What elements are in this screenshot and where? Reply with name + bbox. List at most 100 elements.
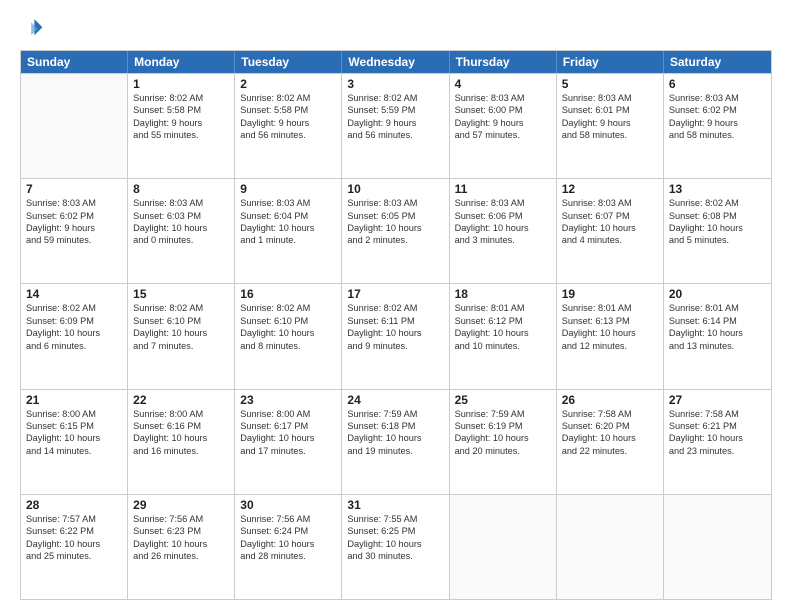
cal-cell-day-15: 15Sunrise: 8:02 AMSunset: 6:10 PMDayligh… [128, 284, 235, 388]
cell-info-line: Sunrise: 8:01 AM [562, 302, 658, 314]
cell-info-line: Sunrise: 8:00 AM [133, 408, 229, 420]
calendar-row-1: 1Sunrise: 8:02 AMSunset: 5:58 PMDaylight… [21, 73, 771, 178]
cal-cell-day-6: 6Sunrise: 8:03 AMSunset: 6:02 PMDaylight… [664, 74, 771, 178]
cell-info-line: Sunrise: 8:02 AM [240, 302, 336, 314]
day-number: 14 [26, 287, 122, 301]
cal-cell-day-30: 30Sunrise: 7:56 AMSunset: 6:24 PMDayligh… [235, 495, 342, 599]
cell-info-line: Sunset: 6:11 PM [347, 315, 443, 327]
cell-info-line: Sunset: 6:21 PM [669, 420, 766, 432]
header-day-wednesday: Wednesday [342, 51, 449, 73]
day-number: 3 [347, 77, 443, 91]
day-number: 27 [669, 393, 766, 407]
cal-cell-day-5: 5Sunrise: 8:03 AMSunset: 6:01 PMDaylight… [557, 74, 664, 178]
cell-info-line: Daylight: 9 hours [669, 117, 766, 129]
cell-info-line: and 59 minutes. [26, 234, 122, 246]
cell-info-line: and 10 minutes. [455, 340, 551, 352]
cell-info-line: Sunset: 6:19 PM [455, 420, 551, 432]
cell-info-line: Daylight: 9 hours [240, 117, 336, 129]
day-number: 6 [669, 77, 766, 91]
cal-cell-day-4: 4Sunrise: 8:03 AMSunset: 6:00 PMDaylight… [450, 74, 557, 178]
header-day-tuesday: Tuesday [235, 51, 342, 73]
cell-info-line: Sunrise: 7:59 AM [455, 408, 551, 420]
cal-cell-day-16: 16Sunrise: 8:02 AMSunset: 6:10 PMDayligh… [235, 284, 342, 388]
cell-info-line: Daylight: 10 hours [455, 327, 551, 339]
day-number: 23 [240, 393, 336, 407]
cell-info-line: and 3 minutes. [455, 234, 551, 246]
cal-cell-empty [450, 495, 557, 599]
cal-cell-day-18: 18Sunrise: 8:01 AMSunset: 6:12 PMDayligh… [450, 284, 557, 388]
header-day-saturday: Saturday [664, 51, 771, 73]
cell-info-line: Sunset: 6:00 PM [455, 104, 551, 116]
day-number: 2 [240, 77, 336, 91]
cal-cell-day-19: 19Sunrise: 8:01 AMSunset: 6:13 PMDayligh… [557, 284, 664, 388]
cell-info-line: Sunrise: 8:03 AM [133, 197, 229, 209]
cell-info-line: Sunrise: 8:03 AM [240, 197, 336, 209]
cell-info-line: Sunset: 6:25 PM [347, 525, 443, 537]
cell-info-line: Sunset: 5:58 PM [240, 104, 336, 116]
day-number: 24 [347, 393, 443, 407]
cell-info-line: and 5 minutes. [669, 234, 766, 246]
calendar-row-4: 21Sunrise: 8:00 AMSunset: 6:15 PMDayligh… [21, 389, 771, 494]
cell-info-line: Daylight: 9 hours [562, 117, 658, 129]
cell-info-line: and 7 minutes. [133, 340, 229, 352]
cal-cell-day-25: 25Sunrise: 7:59 AMSunset: 6:19 PMDayligh… [450, 390, 557, 494]
cell-info-line: Sunset: 6:18 PM [347, 420, 443, 432]
cell-info-line: and 17 minutes. [240, 445, 336, 457]
cell-info-line: Sunrise: 8:02 AM [347, 92, 443, 104]
cal-cell-day-17: 17Sunrise: 8:02 AMSunset: 6:11 PMDayligh… [342, 284, 449, 388]
page: SundayMondayTuesdayWednesdayThursdayFrid… [0, 0, 792, 612]
cell-info-line: Sunrise: 8:03 AM [562, 197, 658, 209]
cell-info-line: Sunset: 6:20 PM [562, 420, 658, 432]
cell-info-line: Daylight: 10 hours [562, 327, 658, 339]
cell-info-line: Daylight: 9 hours [133, 117, 229, 129]
day-number: 5 [562, 77, 658, 91]
cell-info-line: Daylight: 10 hours [240, 432, 336, 444]
cell-info-line: and 58 minutes. [562, 129, 658, 141]
calendar: SundayMondayTuesdayWednesdayThursdayFrid… [20, 50, 772, 600]
cal-cell-empty [21, 74, 128, 178]
cal-cell-day-24: 24Sunrise: 7:59 AMSunset: 6:18 PMDayligh… [342, 390, 449, 494]
day-number: 1 [133, 77, 229, 91]
day-number: 15 [133, 287, 229, 301]
cell-info-line: Daylight: 10 hours [669, 327, 766, 339]
day-number: 11 [455, 182, 551, 196]
day-number: 22 [133, 393, 229, 407]
cell-info-line: Sunrise: 7:59 AM [347, 408, 443, 420]
cell-info-line: Daylight: 9 hours [455, 117, 551, 129]
cal-cell-day-12: 12Sunrise: 8:03 AMSunset: 6:07 PMDayligh… [557, 179, 664, 283]
cell-info-line: Daylight: 10 hours [562, 432, 658, 444]
day-number: 31 [347, 498, 443, 512]
cell-info-line: and 23 minutes. [669, 445, 766, 457]
cal-cell-day-29: 29Sunrise: 7:56 AMSunset: 6:23 PMDayligh… [128, 495, 235, 599]
cell-info-line: Sunset: 6:04 PM [240, 210, 336, 222]
header [20, 16, 772, 40]
cell-info-line: Daylight: 10 hours [347, 432, 443, 444]
cal-cell-day-23: 23Sunrise: 8:00 AMSunset: 6:17 PMDayligh… [235, 390, 342, 494]
cell-info-line: Daylight: 9 hours [26, 222, 122, 234]
cell-info-line: Sunrise: 7:58 AM [669, 408, 766, 420]
cell-info-line: Sunset: 6:12 PM [455, 315, 551, 327]
cell-info-line: Daylight: 10 hours [26, 327, 122, 339]
cell-info-line: and 25 minutes. [26, 550, 122, 562]
header-day-friday: Friday [557, 51, 664, 73]
cal-cell-empty [557, 495, 664, 599]
cal-cell-day-20: 20Sunrise: 8:01 AMSunset: 6:14 PMDayligh… [664, 284, 771, 388]
cell-info-line: Sunset: 6:01 PM [562, 104, 658, 116]
cell-info-line: Sunset: 6:05 PM [347, 210, 443, 222]
cell-info-line: and 4 minutes. [562, 234, 658, 246]
cell-info-line: Daylight: 10 hours [26, 538, 122, 550]
cell-info-line: and 13 minutes. [669, 340, 766, 352]
cell-info-line: Sunrise: 8:03 AM [347, 197, 443, 209]
cell-info-line: and 6 minutes. [26, 340, 122, 352]
cell-info-line: Sunrise: 7:56 AM [240, 513, 336, 525]
calendar-row-3: 14Sunrise: 8:02 AMSunset: 6:09 PMDayligh… [21, 283, 771, 388]
cell-info-line: and 55 minutes. [133, 129, 229, 141]
cell-info-line: Sunrise: 8:01 AM [455, 302, 551, 314]
cell-info-line: Sunrise: 8:02 AM [133, 302, 229, 314]
cell-info-line: Daylight: 10 hours [26, 432, 122, 444]
cell-info-line: Sunset: 6:15 PM [26, 420, 122, 432]
cell-info-line: Sunrise: 7:57 AM [26, 513, 122, 525]
day-number: 18 [455, 287, 551, 301]
header-day-monday: Monday [128, 51, 235, 73]
cell-info-line: and 57 minutes. [455, 129, 551, 141]
